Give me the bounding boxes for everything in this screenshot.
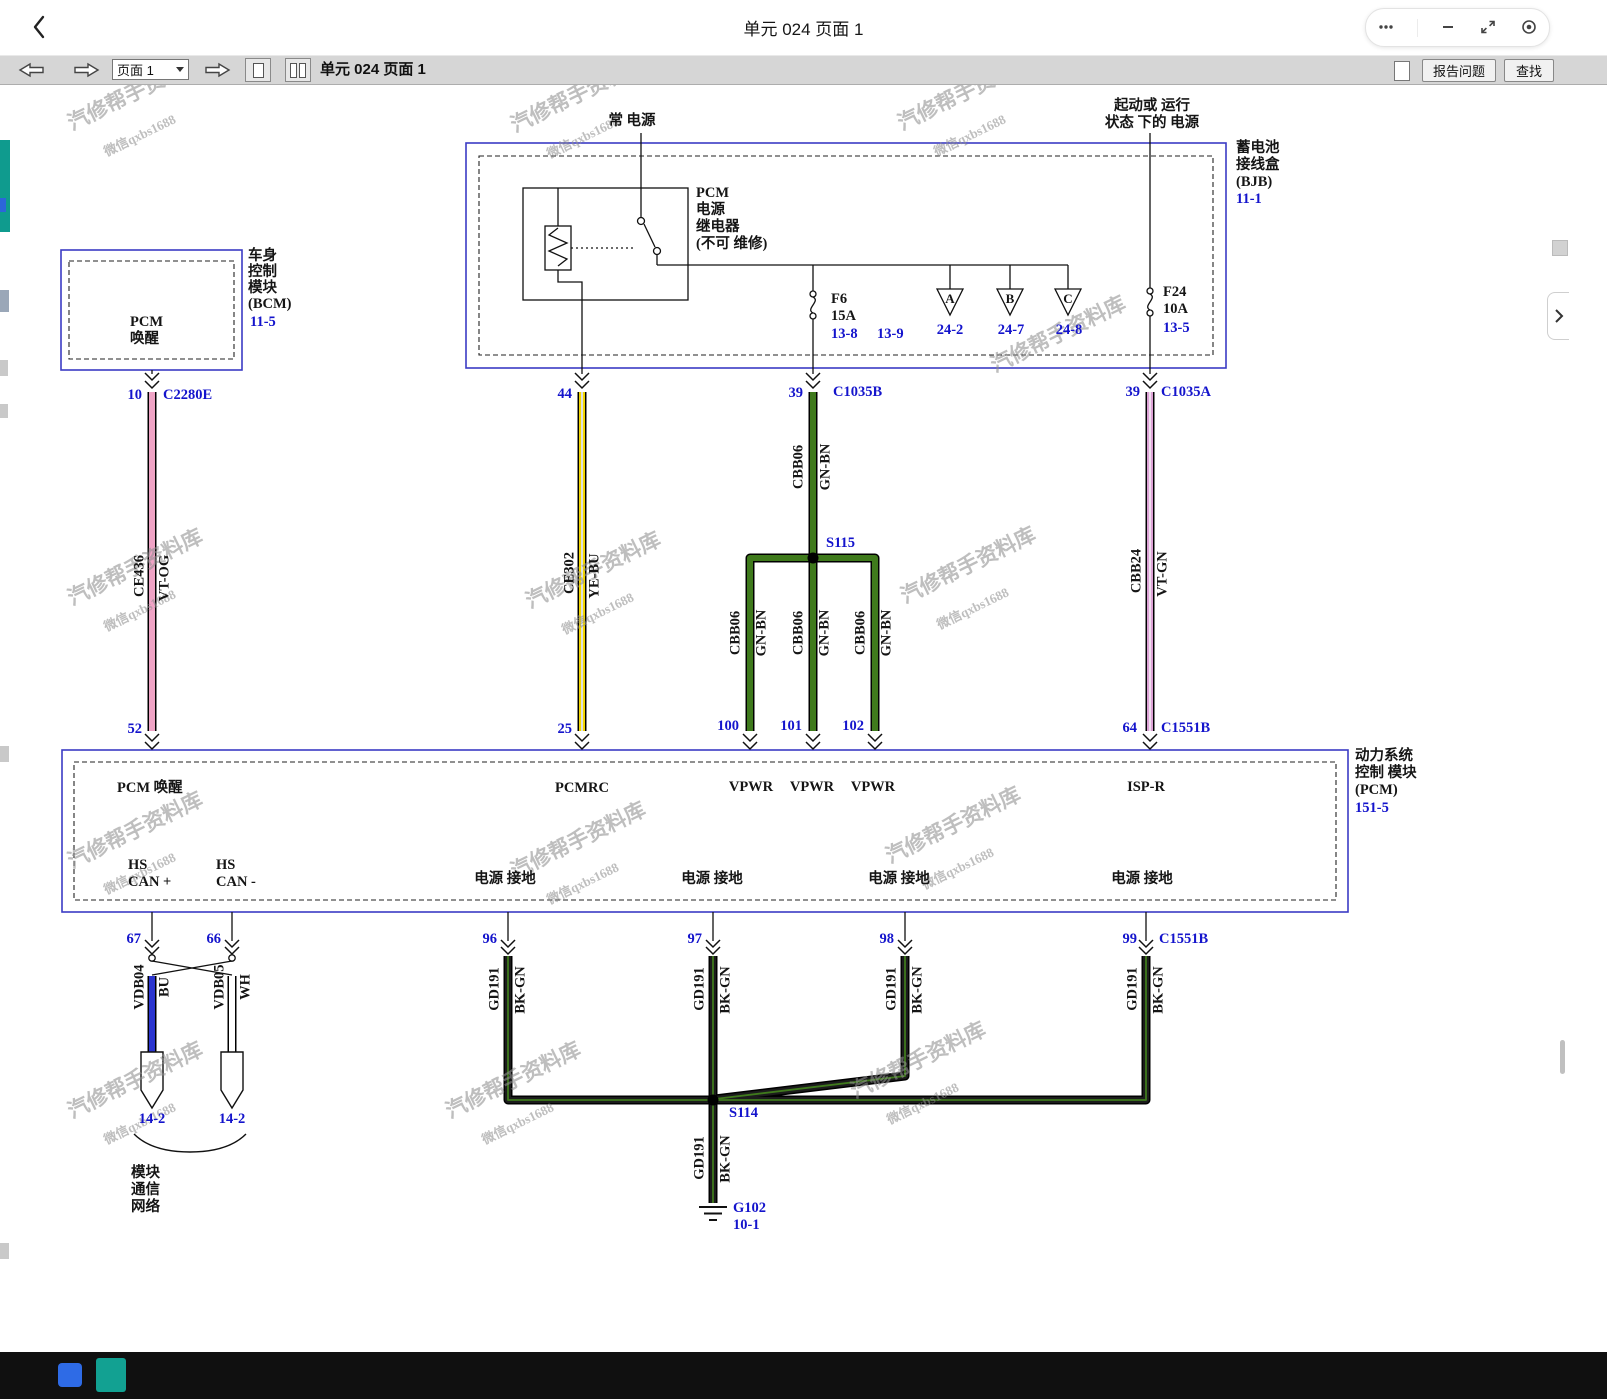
window-controls: [1365, 8, 1550, 47]
arrow-left-icon: [17, 58, 47, 82]
ellipsis-icon: [1377, 18, 1395, 36]
scrollbar-thumb[interactable]: [1560, 1040, 1565, 1074]
title-bar: 单元 024 页面 1: [0, 0, 1607, 56]
taskbar-app-icon-2[interactable]: [96, 1358, 126, 1392]
toolbar: 页面 1 单元 024 页面 1 报告问题 查找: [0, 56, 1607, 85]
chevron-right-icon: [1553, 308, 1565, 324]
controls-divider: [1417, 19, 1418, 37]
twisted-pair: [149, 955, 235, 975]
back-button[interactable]: [26, 13, 52, 43]
window-title: 单元 024 页面 1: [744, 15, 864, 40]
prev-page-button[interactable]: [16, 58, 48, 82]
fullscreen-icon: [1479, 18, 1497, 36]
single-page-view-button[interactable]: [245, 58, 271, 82]
harness-wires: [152, 392, 1150, 1203]
go-page-button[interactable]: [201, 58, 233, 82]
report-problem-button[interactable]: 报告问题: [1422, 59, 1496, 82]
next-page-button[interactable]: [70, 58, 102, 82]
connector-chevrons: [145, 373, 1157, 954]
bundle-brace: [134, 1134, 246, 1152]
module-boxes: [61, 143, 1348, 912]
dock-item[interactable]: [0, 1243, 9, 1259]
app-window: 汽修帮手资料库微信qxbs1688汽修帮手资料库微信qxbs1688汽修帮手资料…: [0, 0, 1607, 1399]
dock-item[interactable]: [0, 746, 9, 762]
power-distribution: [152, 133, 1153, 941]
pcm-power-relay: [523, 133, 688, 374]
ground-symbol: [699, 1207, 727, 1220]
fullscreen-button[interactable]: [1478, 18, 1498, 38]
dock-teal-strip[interactable]: [0, 140, 10, 232]
two-page-view-button[interactable]: [285, 58, 311, 82]
shield-terminals: [141, 1052, 243, 1108]
page-view-icon: [299, 63, 306, 78]
page-view-icon: [290, 63, 297, 78]
more-options-button[interactable]: [1376, 18, 1396, 38]
taskbar-app-icon-1[interactable]: [58, 1363, 82, 1387]
record-button[interactable]: [1519, 18, 1539, 38]
splice-dots: [708, 553, 819, 1106]
document-title: 单元 024 页面 1: [320, 56, 426, 84]
taskbar: [0, 1352, 1607, 1399]
chevron-left-icon: [31, 13, 47, 41]
minimize-button[interactable]: [1438, 18, 1458, 38]
dock-item[interactable]: [0, 404, 8, 418]
dropdown-arrow-icon: [176, 67, 184, 72]
side-panel-expand-tab[interactable]: [1547, 292, 1569, 340]
page-select[interactable]: 页面 1: [112, 59, 189, 80]
arrow-right-icon: [71, 58, 101, 82]
wiring-diagram: [0, 0, 1607, 1399]
dock-item[interactable]: [0, 360, 8, 376]
page-thumbnail-icon[interactable]: [1394, 61, 1410, 81]
find-button[interactable]: 查找: [1504, 59, 1554, 82]
arrow-right-icon: [202, 58, 232, 82]
dock-blue-item[interactable]: [0, 198, 6, 212]
page-view-icon: [253, 63, 264, 78]
side-panel-icon[interactable]: [1552, 240, 1568, 256]
dock-item[interactable]: [0, 290, 9, 312]
record-icon: [1520, 18, 1538, 36]
page-select-value: 页面 1: [117, 60, 154, 79]
minimize-icon: [1439, 18, 1457, 36]
